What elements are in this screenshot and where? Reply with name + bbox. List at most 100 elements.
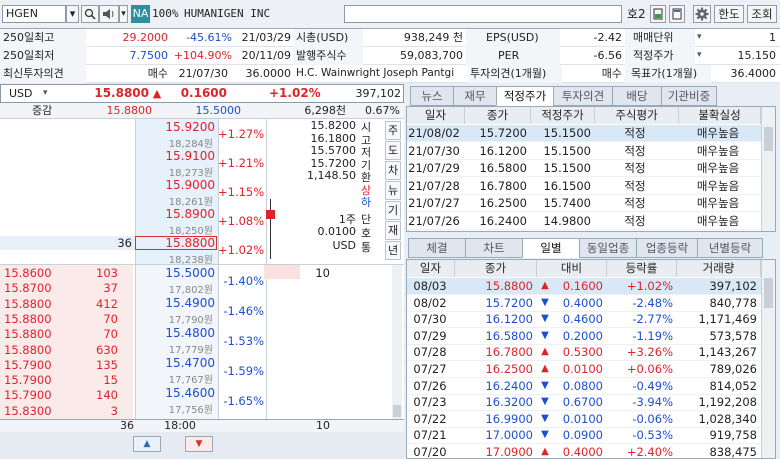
side-tab-button[interactable]: 재 [385, 221, 401, 240]
tab-4[interactable]: 배당 [612, 86, 662, 106]
fair-cell: 21/08/02 [408, 126, 460, 140]
tab-3[interactable]: 동일업종 [579, 238, 637, 258]
label-target-1m: 목표가(1개월) [625, 65, 711, 83]
ask-price[interactable]: 15.8800 [135, 236, 215, 250]
ask-price[interactable]: 15.9000 [135, 178, 215, 192]
scroll-down-button[interactable]: ▼ [185, 436, 213, 452]
tab-5[interactable]: 기관비중 [661, 86, 717, 106]
bid-price[interactable]: 15.5000 [135, 266, 215, 280]
daily-row[interactable]: 07/26 16.2400 ▼ 0.0800 -0.49% 814,052 [407, 378, 761, 395]
tab-2[interactable]: 적정주가 [496, 86, 554, 106]
daily-rate: -2.77% [632, 312, 673, 327]
daily-volume: 919,758 [709, 428, 757, 443]
ask-price[interactable]: 15.9100 [135, 149, 215, 163]
bid-price[interactable]: 15.4900 [135, 296, 215, 310]
scrollbar-thumb[interactable] [764, 127, 773, 151]
side-tab-button[interactable]: 차 [385, 161, 401, 180]
fair-cell: 매우높음 [696, 196, 740, 211]
ask-price[interactable]: 15.9200 [135, 120, 215, 134]
tab-1[interactable]: 재무 [453, 86, 497, 106]
query-button[interactable]: 조회 [747, 5, 777, 23]
daily-row[interactable]: 08/02 15.7200 ▼ 0.4000 -2.48% 840,778 [407, 295, 761, 312]
window-icon[interactable] [669, 5, 685, 23]
daily-row[interactable]: 07/28 16.7800 ▲ 0.5300 +3.26% 1,143,267 [407, 344, 761, 362]
bid-price[interactable]: 15.4600 [135, 386, 215, 400]
fair-row[interactable]: 21/08/02 15.7200 15.1500 적정 매우높음 [407, 125, 761, 142]
tab-2[interactable]: 일별 [522, 238, 580, 258]
value-opinion-1m: 매수 [601, 67, 622, 80]
ohlc-value: 0.0100 [317, 225, 357, 238]
tab-1[interactable]: 차트 [465, 238, 523, 258]
fair-cell: 16.5800 [479, 161, 527, 176]
exchange-badge: NA [131, 5, 150, 23]
ticker-input[interactable]: HGEN [2, 5, 66, 23]
ask-price[interactable]: 15.8900 [135, 207, 215, 221]
gear-icon[interactable] [693, 5, 711, 23]
label-shares: 발행주식수 [293, 47, 363, 65]
fair-row[interactable]: 21/07/26 16.2400 14.9800 적정 매우높음 [407, 213, 761, 230]
label-250-high: 250일최고 [0, 29, 86, 47]
daily-row[interactable]: 08/03 15.8800 ▲ 0.1600 +1.02% 397,102 [407, 278, 761, 295]
side-tab-button[interactable]: 년 [385, 241, 401, 260]
daily-row[interactable]: 07/23 16.3200 ▼ 0.6700 -3.94% 1,192,208 [407, 394, 761, 412]
trade-price: 15.7900 [4, 388, 52, 403]
daily-close: 15.8800 [485, 279, 533, 293]
daily-row[interactable]: 07/29 16.5800 ▼ 0.2000 -1.19% 573,578 [407, 328, 761, 345]
info-field[interactable] [344, 5, 622, 23]
label-eps: EPS(USD) [466, 29, 560, 47]
limit-button[interactable]: 한도 [714, 5, 744, 23]
bid-price[interactable]: 15.4800 [135, 326, 215, 340]
daily-volume: 789,026 [709, 362, 757, 376]
chevron-down-icon[interactable]: ▾ [697, 47, 709, 65]
fair-row[interactable]: 21/07/29 16.5800 15.1500 적정 매우높음 [407, 160, 761, 178]
fair-cell: 적정 [624, 161, 646, 176]
side-tab-button[interactable]: 주 [385, 121, 401, 140]
bookmark-icon[interactable] [650, 5, 666, 23]
scrollbar-thumb[interactable] [393, 405, 401, 417]
ask-amount: 18,238원 [168, 255, 213, 266]
value-target-1m: 36.4000 [730, 67, 777, 80]
side-tab-button[interactable]: 뉴 [385, 181, 401, 200]
up-triangle-icon: ▲ [541, 280, 549, 291]
fair-row[interactable]: 21/07/27 16.2500 15.7400 적정 매우높음 [407, 195, 761, 213]
ticker-dropdown-icon[interactable]: ▾ [66, 5, 79, 23]
scrollbar-thumb[interactable] [764, 278, 773, 308]
search-icon[interactable] [81, 5, 99, 23]
daily-row[interactable]: 07/20 17.0900 ▲ 0.4000 +2.40% 838,475 [407, 444, 761, 459]
side-tab-button[interactable]: 기 [385, 201, 401, 220]
fair-cell: 적정 [624, 143, 646, 158]
scrollbar[interactable] [392, 265, 402, 419]
daily-close: 17.0900 [485, 445, 533, 459]
daily-row[interactable]: 07/21 17.0000 ▼ 0.0900 -0.53% 919,758 [407, 427, 761, 445]
speaker-dropdown-icon[interactable]: ▾ [119, 5, 128, 23]
down-triangle-icon: ▼ [541, 313, 549, 325]
tab-3[interactable]: 투자의견 [553, 86, 613, 106]
daily-row[interactable]: 07/27 16.2500 ▲ 0.0100 +0.06% 789,026 [407, 361, 761, 378]
tab-4[interactable]: 업종등락 [636, 238, 698, 258]
fair-cell: 16.1200 [479, 143, 527, 158]
side-tab-button[interactable]: 도 [385, 141, 401, 160]
bid-price[interactable]: 15.4700 [135, 356, 215, 370]
scrollbar[interactable] [761, 260, 775, 458]
trade-qty: 140 [96, 388, 118, 403]
scrollbar[interactable] [761, 107, 775, 231]
ask-qty: 36 [117, 236, 132, 250]
daily-date: 07/21 [413, 428, 447, 443]
chevron-down-icon[interactable]: ▾ [697, 29, 709, 47]
scroll-up-button[interactable]: ▲ [133, 436, 161, 452]
daily-row[interactable]: 07/22 16.9900 ▼ 0.0100 -0.06% 1,028,340 [407, 411, 761, 428]
speaker-icon[interactable] [99, 5, 119, 23]
tab-5[interactable]: 년별등락 [697, 238, 763, 258]
daily-rate: -0.53% [632, 428, 673, 443]
tab-0[interactable]: 뉴스 [410, 86, 454, 106]
daily-rate: +2.40% [626, 445, 673, 459]
chevron-down-icon[interactable]: ▾ [43, 85, 55, 103]
fair-cell: 15.1500 [543, 161, 591, 176]
summary-row: 최신투자의견 매수 21/07/30 36.0000 H.C. Wainwrig… [0, 65, 780, 83]
tab-0[interactable]: 체결 [408, 238, 466, 258]
fair-row[interactable]: 21/07/30 16.1200 15.1500 적정 매우높음 [407, 143, 761, 160]
daily-row[interactable]: 07/30 16.1200 ▼ 0.4600 -2.77% 1,171,469 [407, 311, 761, 329]
fair-row[interactable]: 21/07/28 16.7800 16.1500 적정 매우높음 [407, 178, 761, 195]
fav-label[interactable]: 호2 [627, 5, 646, 23]
daily-rate: -1.19% [632, 328, 673, 343]
